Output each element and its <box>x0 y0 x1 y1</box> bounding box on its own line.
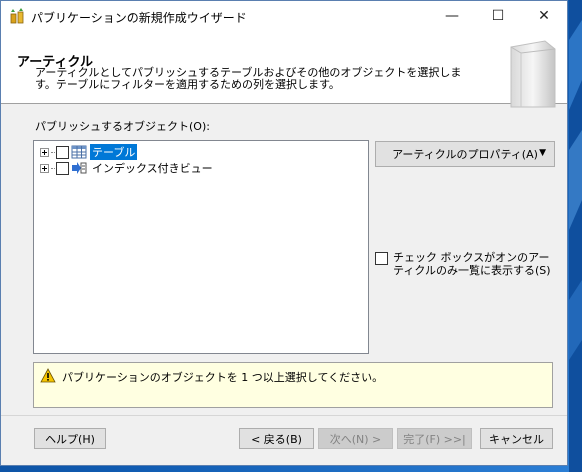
next-button[interactable]: 次へ(N) > <box>318 428 393 449</box>
dropdown-arrow-icon: ▼ <box>539 148 546 158</box>
indexed-views-checkbox[interactable] <box>56 161 69 175</box>
expand-icon[interactable] <box>40 163 49 173</box>
help-button[interactable]: ヘルプ(H) <box>34 428 106 449</box>
tree-item-indexed-views[interactable]: インデックス付きビュー <box>40 160 215 176</box>
objects-label: パブリッシュするオブジェクト(O): <box>35 120 210 133</box>
tables-checkbox[interactable] <box>56 145 69 159</box>
tree-item-label[interactable]: テーブル <box>90 144 138 160</box>
wizard-header: アーティクル アーティクルとしてパブリッシュするテーブルおよびその他のオブジェク… <box>1 31 567 108</box>
title-bar[interactable]: パブリケーションの新規作成ウイザード — ☐ ✕ <box>1 1 567 31</box>
status-message: パブリケーションのオブジェクトを 1 つ以上選択してください。 <box>62 371 384 384</box>
article-properties-label: アーティクルのプロパティ(A) <box>392 148 538 161</box>
status-panel: パブリケーションのオブジェクトを 1 つ以上選択してください。 <box>33 362 553 408</box>
desktop-background <box>569 0 582 472</box>
maximize-button[interactable]: ☐ <box>475 1 521 31</box>
window-title: パブリケーションの新規作成ウイザード <box>31 11 247 25</box>
table-icon <box>71 145 87 159</box>
page-description: アーティクルとしてパブリッシュするテーブルおよびその他のオブジェクトを選択します… <box>35 66 462 91</box>
close-button[interactable]: ✕ <box>521 1 567 31</box>
finish-button[interactable]: 完了(F) >>| <box>397 428 472 449</box>
cancel-button[interactable]: キャンセル <box>480 428 553 449</box>
back-button[interactable]: < 戻る(B) <box>239 428 314 449</box>
server-graphic-icon <box>510 40 556 108</box>
minimize-button[interactable]: — <box>429 1 475 31</box>
publication-wizard-icon <box>10 8 24 24</box>
wizard-window: パブリケーションの新規作成ウイザード — ☐ ✕ アーティクル アーティクルとし… <box>0 0 568 466</box>
expand-icon[interactable] <box>40 147 49 157</box>
indexed-view-icon <box>72 162 87 174</box>
tree-item-label[interactable]: インデックス付きビュー <box>90 160 215 176</box>
show-only-checked-option[interactable]: チェック ボックスがオンのアーティクルのみ一覧に表示する(S) <box>375 251 555 277</box>
show-only-checked-label: チェック ボックスがオンのアーティクルのみ一覧に表示する(S) <box>393 251 551 277</box>
show-only-checked-checkbox[interactable] <box>375 252 388 265</box>
footer-divider <box>1 415 567 416</box>
warning-icon <box>40 368 56 383</box>
tree-item-tables[interactable]: テーブル <box>40 144 138 160</box>
article-properties-button[interactable]: アーティクルのプロパティ(A) ▼ <box>375 141 555 167</box>
objects-tree[interactable]: テーブル インデックス付きビュー <box>33 140 369 354</box>
